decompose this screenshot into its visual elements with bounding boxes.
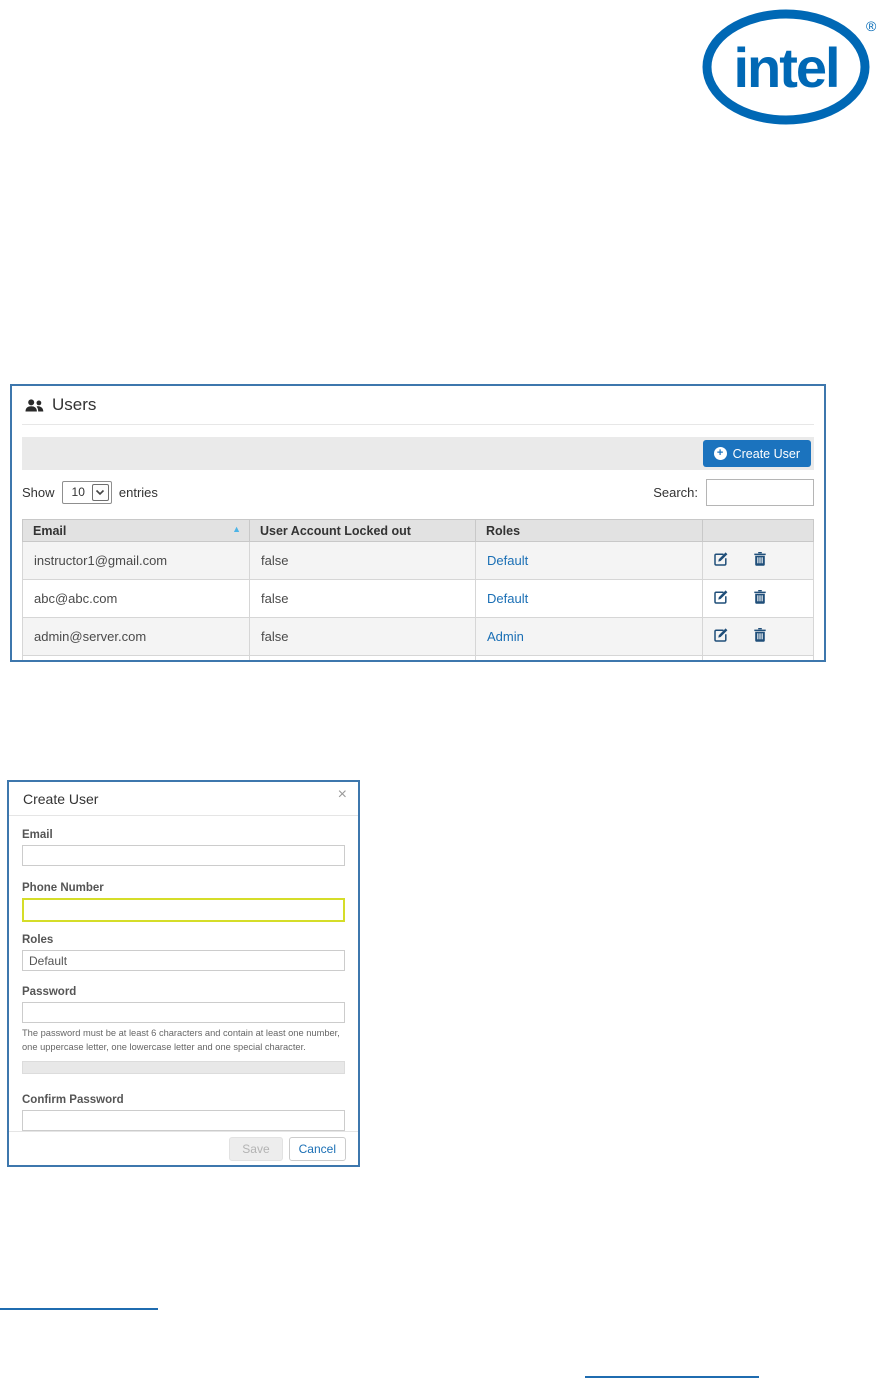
sort-asc-icon: ▲ <box>232 524 241 534</box>
plus-circle-icon: + <box>714 447 727 460</box>
cancel-button[interactable]: Cancel <box>289 1137 346 1161</box>
trash-icon <box>754 552 766 566</box>
cell-roles: Default <box>476 580 703 618</box>
cell-actions <box>703 542 814 580</box>
users-panel: Users + Create User Show 10 entries Sear… <box>10 384 826 662</box>
role-link[interactable]: Default <box>487 553 528 568</box>
cell-actions <box>703 618 814 656</box>
confirm-password-label: Confirm Password <box>22 1094 345 1106</box>
delete-user-button[interactable] <box>754 552 766 569</box>
edit-icon <box>714 590 728 604</box>
roles-field-group: Roles <box>22 934 345 971</box>
users-toolbar: + Create User <box>22 437 814 470</box>
password-label: Password <box>22 986 345 998</box>
table-controls: Show 10 entries Search: <box>22 478 814 506</box>
email-label: Email <box>22 829 345 841</box>
password-strength-bar <box>22 1061 345 1074</box>
password-field[interactable] <box>22 1002 345 1023</box>
trash-icon <box>754 590 766 604</box>
entries-control: Show 10 entries <box>22 481 158 504</box>
phone-field-group: Phone Number <box>22 882 345 922</box>
create-user-button-label: Create User <box>733 447 800 461</box>
modal-body: Email Phone Number Roles Password The pa… <box>9 816 358 1131</box>
edit-icon <box>714 628 728 642</box>
roles-field[interactable] <box>22 950 345 971</box>
search-control: Search: <box>653 479 814 506</box>
column-header-email[interactable]: Email ▲ <box>23 520 250 542</box>
users-table: Email ▲ User Account Locked out Roles in… <box>22 519 814 660</box>
table-header-row: Email ▲ User Account Locked out Roles <box>23 520 814 542</box>
column-header-actions <box>703 520 814 542</box>
registered-mark: ® <box>866 18 877 34</box>
edit-user-button[interactable] <box>714 590 728 607</box>
modal-header: Create User × <box>9 782 358 816</box>
title-divider <box>22 424 814 425</box>
cell-actions <box>703 580 814 618</box>
column-header-roles[interactable]: Roles <box>476 520 703 542</box>
create-user-button[interactable]: + Create User <box>703 440 811 467</box>
intel-logo: intel ® <box>700 4 883 130</box>
users-table-wrap: Email ▲ User Account Locked out Roles in… <box>22 519 814 660</box>
chevron-down-icon <box>92 484 109 501</box>
cell-email: abc@abc.com <box>23 580 250 618</box>
modal-footer: Save Cancel <box>9 1131 358 1165</box>
entries-selected-value: 10 <box>72 485 85 499</box>
modal-title: Create User <box>23 791 98 807</box>
table-row: instructor1@gmail.com false Default <box>23 542 814 580</box>
edit-icon <box>714 552 728 566</box>
users-panel-title: Users <box>25 395 96 415</box>
phone-field[interactable] <box>22 898 345 922</box>
role-link[interactable]: Default <box>487 591 528 606</box>
cell-roles: Default <box>476 542 703 580</box>
column-header-locked[interactable]: User Account Locked out <box>250 520 476 542</box>
page-title: Users <box>52 395 96 415</box>
intel-logo-text: intel <box>733 36 838 99</box>
footer-link-underline <box>585 1376 759 1378</box>
intel-swirl-icon: intel ® <box>700 4 883 130</box>
phone-label: Phone Number <box>22 882 345 894</box>
table-row: abc@abc.com false Default <box>23 580 814 618</box>
role-link[interactable]: Admin <box>487 629 524 644</box>
entries-label: entries <box>119 485 158 500</box>
cell-locked: false <box>250 580 476 618</box>
entries-select[interactable]: 10 <box>62 481 112 504</box>
cell-email: admin@server.com <box>23 618 250 656</box>
confirm-password-field-group: Confirm Password <box>22 1094 345 1131</box>
table-row: admin@server.com false Admin <box>23 618 814 656</box>
roles-label: Roles <box>22 934 345 946</box>
delete-user-button[interactable] <box>754 628 766 645</box>
column-label-email: Email <box>33 524 66 538</box>
create-user-modal: Create User × Email Phone Number Roles P… <box>7 780 360 1167</box>
trash-icon <box>754 628 766 642</box>
cell-roles: Admin <box>476 618 703 656</box>
confirm-password-field[interactable] <box>22 1110 345 1131</box>
search-input[interactable] <box>706 479 814 506</box>
search-label: Search: <box>653 485 698 500</box>
edit-user-button[interactable] <box>714 628 728 645</box>
password-field-group: Password The password must be at least 6… <box>22 986 345 1074</box>
email-field[interactable] <box>22 845 345 866</box>
close-icon[interactable]: × <box>338 787 347 803</box>
users-icon <box>25 399 44 412</box>
show-label: Show <box>22 485 55 500</box>
table-row-partial <box>23 656 814 661</box>
cell-locked: false <box>250 542 476 580</box>
footnote-divider <box>0 1308 158 1310</box>
delete-user-button[interactable] <box>754 590 766 607</box>
save-button[interactable]: Save <box>229 1137 282 1161</box>
edit-user-button[interactable] <box>714 552 728 569</box>
cell-email: instructor1@gmail.com <box>23 542 250 580</box>
email-field-group: Email <box>22 829 345 866</box>
password-hint: The password must be at least 6 characte… <box>22 1026 345 1054</box>
cell-locked: false <box>250 618 476 656</box>
